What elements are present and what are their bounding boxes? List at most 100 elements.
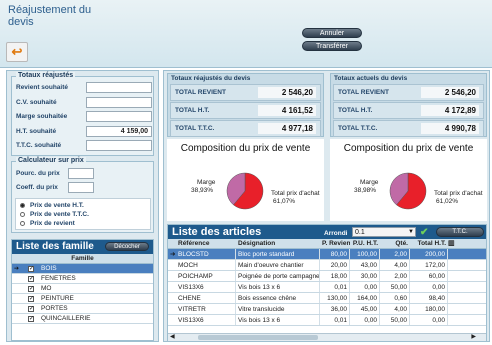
totaux-row-field[interactable]: 4 159,00 — [86, 125, 152, 137]
totaux-row: T.T.C. souhaité — [16, 140, 152, 152]
family-name: PEINTURE — [41, 295, 74, 302]
cancel-button[interactable]: Annuler — [302, 28, 362, 38]
uncheck-button[interactable]: Décocher — [105, 242, 149, 251]
arrondi-select[interactable]: 0.1 ▼ — [352, 227, 416, 237]
family-name: BOIS — [41, 265, 57, 272]
achat-pct: 61,02% — [436, 198, 459, 205]
totaux-row-label: C.V. souhaité — [16, 98, 57, 106]
totals-current-row: TOTAL H.T. 4 172,89 — [333, 102, 484, 119]
totaux-row-field[interactable] — [86, 111, 152, 122]
header-bar: Réajustement du devis ↩ Annuler Transfér… — [0, 0, 492, 68]
row-pointer-icon: ➔ — [14, 266, 20, 272]
achat-pct: 61,07% — [273, 198, 296, 205]
scroll-right-icon[interactable]: ▶ — [471, 333, 476, 340]
family-checkbox[interactable]: ✓ — [28, 295, 34, 302]
articles-title-text: Liste des articles — [172, 226, 262, 238]
totaux-row-field[interactable] — [86, 82, 152, 93]
family-name: PORTES — [41, 305, 68, 312]
column-options-icon[interactable]: ▥ — [448, 239, 456, 248]
radio-icon[interactable] — [20, 203, 25, 208]
family-checkbox[interactable]: ✓ — [28, 265, 34, 272]
calc-row-label: Pourc. du prix — [16, 170, 60, 177]
article-row[interactable]: VITRETR Vitre translucide 36,00 45,00 4,00 18… — [168, 304, 486, 315]
article-cell: Bois essence chêne — [236, 293, 320, 303]
articles-col-header[interactable]: Référence — [176, 239, 236, 248]
article-cell: Main d'oeuvre chantier — [236, 260, 320, 270]
transfer-button[interactable]: Transférer — [302, 41, 362, 51]
family-checkbox[interactable]: ✓ — [28, 315, 34, 322]
article-row[interactable]: ➔ BLOCSTD Bloc porte standard 80,00 100,00 2,… — [168, 249, 486, 260]
article-cell: 0,00 — [410, 315, 448, 325]
radio-option[interactable]: Prix de vente H.T. — [20, 202, 84, 209]
radio-icon[interactable] — [20, 221, 25, 226]
totaux-row: C.V. souhaité — [16, 96, 152, 109]
row-pointer-icon — [168, 293, 176, 303]
marge-pct: 38,98% — [354, 187, 377, 194]
totaux-row: Revient souhaité — [16, 82, 152, 94]
totals-readjusted-label: TOTAL REVIENT — [175, 89, 226, 96]
totals-current-label: TOTAL T.T.C. — [338, 125, 378, 132]
article-row[interactable]: POICHAMP Poignée de porte campagne 18,00 30… — [168, 271, 486, 282]
horizontal-scrollbar[interactable]: ◀ ▶ — [168, 333, 486, 341]
family-name: QUINCAILLERIE — [41, 315, 91, 322]
radio-option[interactable]: Prix de revient — [20, 220, 75, 227]
articles-col-header[interactable]: Désignation — [236, 239, 320, 248]
family-row[interactable]: ✓ PORTES — [12, 304, 153, 314]
pie-chart — [389, 172, 427, 210]
families-list-title: Liste des famille Décocher — [12, 240, 153, 254]
family-checkbox[interactable]: ✓ — [28, 275, 34, 282]
article-cell: 50,00 — [380, 282, 410, 292]
family-row[interactable]: ✓ MO — [12, 284, 153, 294]
totals-current-box: Totaux actuels du devis TOTAL REVIENT 2 5… — [330, 73, 487, 137]
totaux-row-label: Marge souhaitée — [16, 113, 68, 120]
calc-row-field[interactable] — [68, 182, 94, 193]
article-cell: 4,00 — [380, 260, 410, 270]
totaux-row-field[interactable] — [86, 96, 152, 108]
families-header: Famille — [12, 254, 153, 264]
family-row[interactable]: ✓ FENETRES — [12, 274, 153, 284]
article-cell: 98,40 — [410, 293, 448, 303]
row-pointer-col — [168, 239, 176, 248]
family-row[interactable]: ✓ PEINTURE — [12, 294, 153, 304]
articles-col-header[interactable]: P.U. H.T. — [350, 239, 380, 248]
radio-icon[interactable] — [20, 212, 25, 217]
ttc-button[interactable]: T.T.C. — [436, 227, 484, 237]
article-row[interactable]: MOCH Main d'oeuvre chantier 20,00 43,00 4,00… — [168, 260, 486, 271]
family-name: FENETRES — [41, 275, 76, 282]
back-arrow-icon: ↩ — [11, 44, 23, 59]
page-title: Réajustement du devis — [8, 4, 92, 28]
article-cell: 0,00 — [350, 282, 380, 292]
family-checkbox[interactable]: ✓ — [28, 285, 34, 292]
check-icon[interactable]: ✔ — [420, 226, 428, 240]
family-row[interactable]: ➔ ✓ BOIS — [12, 264, 153, 274]
row-pointer-icon: ➔ — [170, 251, 176, 258]
totals-current-value: 2 546,20 — [421, 87, 479, 98]
back-arrow-button[interactable]: ↩ — [6, 42, 28, 62]
totaux-row-field[interactable] — [86, 140, 152, 151]
scroll-left-icon[interactable]: ◀ — [170, 333, 175, 340]
article-cell: BLOCSTD — [176, 249, 236, 259]
article-cell: 180,00 — [410, 304, 448, 314]
family-checkbox[interactable]: ✓ — [28, 305, 34, 312]
article-row[interactable]: VIS13X6 Vis bois 13 x 6 0,01 0,00 50,00 0,00 — [168, 315, 486, 326]
scroll-thumb[interactable] — [198, 335, 318, 340]
achat-label: Total prix d'achat — [434, 190, 483, 197]
articles-list: Liste des articles Arrondi 0.1 ▼ ✔ T.T.C… — [167, 224, 487, 342]
article-row[interactable]: CHENE Bois essence chêne 130,00 164,00 0,60 9… — [168, 293, 486, 304]
family-row[interactable]: ✓ QUINCAILLERIE — [12, 314, 153, 324]
totals-readjusted-row: TOTAL T.T.C. 4 977,18 — [170, 120, 321, 137]
article-cell: 36,00 — [320, 304, 350, 314]
totals-current-title: Totaux actuels du devis — [334, 75, 408, 82]
radio-label: Prix de revient — [30, 220, 75, 227]
radio-option[interactable]: Prix de vente T.T.C. — [20, 211, 89, 218]
calc-row-field[interactable] — [68, 168, 94, 179]
totaux-reajustes-group: Totaux réajustés Revient souhaité C.V. so… — [11, 72, 154, 156]
totals-current-row: TOTAL T.T.C. 4 990,78 — [333, 120, 484, 137]
article-row[interactable]: VIS13X6 Vis bois 13 x 6 0,01 0,00 50,00 0,00 — [168, 282, 486, 293]
article-cell: 100,00 — [350, 249, 380, 259]
articles-col-header[interactable]: Total H.T. — [410, 239, 448, 248]
marge-label: Marge — [197, 179, 216, 186]
calc-row-label: Coeff. du prix — [16, 184, 58, 191]
radio-label: Prix de vente T.T.C. — [30, 211, 89, 218]
articles-col-header[interactable]: Qté. — [380, 239, 410, 248]
